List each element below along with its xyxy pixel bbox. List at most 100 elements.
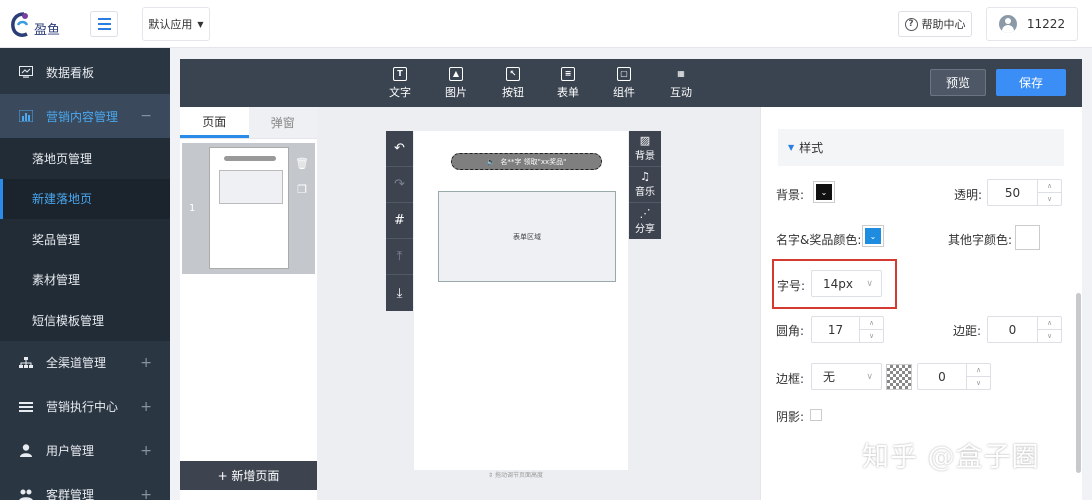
sidebar-item-marketing-content[interactable]: 营销内容管理 − [0,94,170,138]
chevron-down-icon: ∨ [866,371,873,382]
sidebar-item-dashboard[interactable]: 数据看板 [0,50,170,94]
decrease-icon[interactable]: ∨ [1038,193,1061,205]
radius-input[interactable]: 17 ∧ ∨ [811,316,884,343]
tool-text[interactable]: T 文字 [380,63,420,103]
sidebar-item-users[interactable]: 用户管理 + [0,429,170,473]
padding-label: 边距: [953,324,982,338]
form-area[interactable]: 表单区域 [438,191,616,282]
redo-icon[interactable]: ↷ [386,167,413,203]
increase-icon[interactable]: ∧ [967,364,990,377]
preview-button[interactable]: 预览 [930,69,986,96]
copy-icon[interactable]: ❐ [296,183,308,196]
opacity-label: 透明: [954,188,983,202]
tab-popup[interactable]: 弹窗 [248,107,317,138]
move-top-icon[interactable]: ⤒ [386,239,413,275]
tool-image[interactable]: ▲ 图片 [436,63,476,103]
decrease-icon[interactable]: ∨ [967,377,990,389]
speaker-icon: 🔈 [486,157,496,166]
text-icon: T [393,66,407,81]
decrease-icon[interactable]: ∨ [1038,330,1061,342]
logo[interactable]: 盈鱼 [10,8,70,40]
sidebar-item-customer-groups[interactable]: 客群管理 + [0,473,170,500]
app-select[interactable]: 默认应用 ▼ [142,7,210,41]
pages-tabs: 页面 弹窗 [180,107,317,139]
music-tool[interactable]: ♫ 音乐 [629,167,661,203]
style-section-header[interactable]: ▼ 样式 [778,129,1064,166]
decrease-icon[interactable]: ∨ [860,330,883,342]
page-number: 1 [189,203,196,214]
sitemap-icon [18,355,34,371]
form-icon: ≡ [561,66,575,81]
background-label: 背景: [776,188,805,202]
padding-input[interactable]: 0 ∧ ∨ [987,316,1062,343]
share-tool[interactable]: ⋰ 分享 [629,203,661,239]
font-size-label: 字号: [777,279,806,293]
increase-icon[interactable]: ∧ [1038,180,1061,193]
sidebar-item-prizes[interactable]: 奖品管理 [0,219,170,260]
logo-icon [11,12,29,37]
caret-down-icon: ▼ [788,143,795,152]
hamburger-icon [97,18,111,20]
expand-icon: + [140,442,152,459]
watermark: 知乎 @盒子圈 [862,442,1040,473]
tab-page[interactable]: 页面 [180,107,249,138]
button-icon: ↖ [506,66,520,81]
logo-text: 盈鱼 [34,22,61,38]
group-icon [18,487,34,500]
font-size-select[interactable]: 14px ∨ [811,270,882,297]
name-color-picker[interactable]: ⌄ [862,225,884,247]
top-header: 盈鱼 默认应用 ▼ ? 帮助中心 11222 [0,0,1092,48]
tool-form[interactable]: ≡ 表单 [548,63,588,103]
sidebar-item-new-landing-page[interactable]: 新建落地页 [0,178,170,219]
background-color-picker[interactable]: ⌄ [813,181,835,203]
trash-icon[interactable]: 🗑 [295,157,309,170]
phone-canvas[interactable]: 🔈 名**字 领取"xx奖品" 表单区域 [414,131,628,470]
sidebar-item-marketing-execution[interactable]: 营销执行中心 + [0,385,170,429]
sidebar-item-omnichannel[interactable]: 全渠道管理 + [0,341,170,385]
editor-toolbar: T 文字 ▲ 图片 ↖ 按钮 ≡ 表单 ▢ 组件 ▦ 互动 预览 保存 [180,59,1082,107]
tool-button[interactable]: ↖ 按钮 [493,63,533,103]
chevron-down-icon: ⌄ [816,184,832,200]
sidebar-item-sms-templates[interactable]: 短信模板管理 [0,300,170,341]
shadow-checkbox[interactable] [810,409,822,421]
pages-panel: 页面 弹窗 1 🗑 ❐ + 新增页面 [180,107,317,500]
collapse-icon: − [140,108,152,124]
resize-hint[interactable]: ⇕ 拖动调节页面高度 [488,470,543,479]
other-color-label: 其他字颜色: [948,233,1013,247]
image-icon: ▲ [449,66,463,81]
grid-toggle-icon[interactable]: # [386,203,413,239]
border-width-input[interactable]: 0 ∧ ∨ [917,363,991,390]
add-page-button[interactable]: + 新增页面 [180,461,317,490]
undo-icon[interactable]: ↶ [386,131,413,167]
download-icon[interactable]: ⤓ [386,275,413,311]
other-color-picker[interactable] [1015,225,1040,250]
chevron-down-icon: ⌄ [865,228,881,244]
opacity-input[interactable]: 50 ∧ ∨ [987,179,1062,206]
chart-bar-icon [18,108,34,124]
menu-toggle-button[interactable] [90,11,118,37]
increase-icon[interactable]: ∧ [1038,317,1061,330]
increase-icon[interactable]: ∧ [860,317,883,330]
notice-bar[interactable]: 🔈 名**字 领取"xx奖品" [451,153,602,170]
help-center-button[interactable]: ? 帮助中心 [898,11,972,37]
border-label: 边框: [776,372,805,386]
background-tool[interactable]: ▨ 背景 [629,131,661,167]
sidebar-item-materials[interactable]: 素材管理 [0,259,170,300]
expand-icon: + [140,486,152,500]
sidebar-item-landing-pages[interactable]: 落地页管理 [0,138,170,179]
sidebar: 数据看板 营销内容管理 − 落地页管理 新建落地页 奖品管理 素材管理 短信模板… [0,48,170,500]
canvas-right-tools: ▨ 背景 ♫ 音乐 ⋰ 分享 [629,131,661,239]
border-color-picker[interactable] [886,364,912,390]
component-icon: ▢ [617,66,631,81]
tool-interaction[interactable]: ▦ 互动 [661,63,701,103]
page-thumbnail[interactable]: 1 🗑 ❐ [182,143,315,274]
props-scrollbar[interactable] [1076,293,1081,473]
border-style-select[interactable]: 无 ∨ [811,363,882,390]
dashboard-icon [18,64,34,80]
tool-component[interactable]: ▢ 组件 [604,63,644,103]
radius-label: 圆角: [776,324,805,338]
username: 11222 [1026,17,1066,31]
user-menu[interactable]: 11222 [986,7,1078,41]
save-button[interactable]: 保存 [996,69,1066,96]
background-icon: ▨ [639,134,651,147]
